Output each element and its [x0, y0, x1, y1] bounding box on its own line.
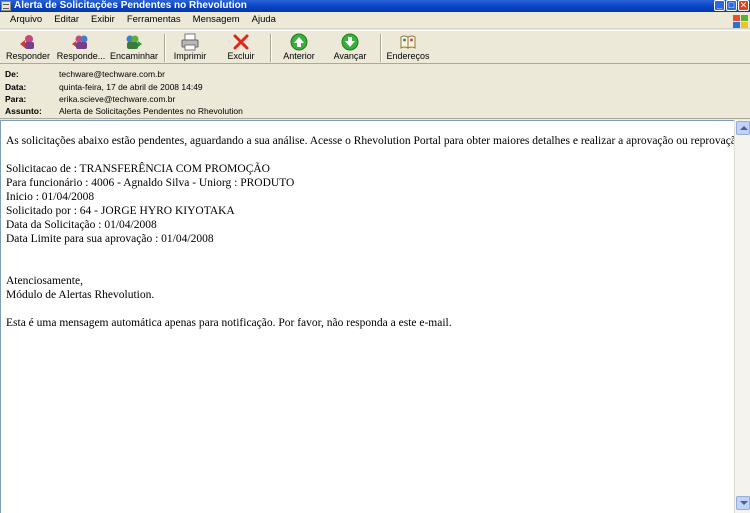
menu-mensagem[interactable]: Mensagem	[187, 12, 246, 28]
from-value: techware@techware.com.br	[59, 69, 165, 79]
close-icon: ✕	[739, 0, 748, 10]
reply-label: Responder	[5, 51, 51, 61]
scroll-up-button[interactable]	[736, 121, 750, 135]
menu-ferramentas[interactable]: Ferramentas	[121, 12, 187, 28]
toolbar-separator	[270, 34, 272, 62]
menu-exibir[interactable]: Exibir	[85, 12, 121, 28]
toolbar-separator	[380, 34, 382, 62]
from-label: De:	[5, 69, 19, 79]
reply-all-button[interactable]: Responde...	[56, 32, 106, 64]
next-button[interactable]: Avançar	[328, 32, 372, 64]
addresses-label: Endereços	[386, 51, 430, 61]
delete-button[interactable]: Excluir	[222, 32, 260, 64]
menu-editar[interactable]: Editar	[48, 12, 85, 28]
message-header: De: techware@techware.com.br Data: quint…	[0, 65, 750, 119]
printer-icon	[181, 33, 199, 51]
reply-all-icon	[72, 33, 90, 51]
close-button[interactable]: ✕	[738, 0, 749, 11]
vertical-scrollbar[interactable]	[734, 120, 750, 513]
next-label: Avançar	[333, 51, 367, 61]
scroll-down-icon	[740, 501, 748, 505]
reply-all-label: Responde...	[56, 51, 106, 61]
body-request-type: Solicitacao de : TRANSFERÊNCIA COM PROMO…	[6, 163, 270, 175]
print-label: Imprimir	[173, 51, 207, 61]
maximize-button[interactable]: □	[726, 0, 737, 11]
scroll-up-icon	[740, 126, 748, 130]
body-employee: Para funcionário : 4006 - Agnaldo Silva …	[6, 177, 295, 189]
reply-button[interactable]: Responder	[4, 32, 52, 64]
delete-icon	[232, 33, 250, 51]
menu-ajuda[interactable]: Ajuda	[246, 12, 282, 28]
forward-label: Encaminhar	[110, 51, 159, 61]
message-body[interactable]: As solicitações abaixo estão pendentes, …	[0, 120, 734, 513]
previous-button[interactable]: Anterior	[278, 32, 320, 64]
addresses-button[interactable]: Endereços	[386, 32, 430, 64]
body-signature: Módulo de Alertas Rhevolution.	[6, 289, 155, 301]
menu-bar: Arquivo Editar Exibir Ferramentas Mensag…	[0, 12, 750, 29]
reply-icon	[19, 33, 37, 51]
body-notice: Esta é uma mensagem automática apenas pa…	[6, 317, 452, 329]
address-book-icon	[399, 33, 417, 51]
window-title: Alerta de Solicitações Pendentes no Rhev…	[14, 0, 247, 11]
previous-label: Anterior	[283, 51, 315, 61]
maximize-icon: □	[728, 0, 735, 10]
scroll-down-button[interactable]	[736, 496, 750, 510]
mail-icon	[1, 1, 11, 11]
title-bar: Alerta de Solicitações Pendentes no Rhev…	[0, 0, 750, 12]
body-requested-by: Solicitado por : 64 - JORGE HYRO KIYOTAK…	[6, 205, 235, 217]
subject-value: Alerta de Solicitações Pendentes no Rhev…	[59, 106, 243, 116]
minimize-icon: _	[716, 0, 722, 10]
body-deadline: Data Limite para sua aprovação : 01/04/2…	[6, 233, 214, 245]
subject-label: Assunto:	[5, 106, 42, 116]
toolbar: Responder Responde... Encaminhar Imprimi…	[0, 30, 750, 64]
forward-icon	[124, 33, 142, 51]
menu-arquivo[interactable]: Arquivo	[4, 12, 48, 28]
print-button[interactable]: Imprimir	[170, 32, 210, 64]
minimize-button[interactable]: _	[714, 0, 725, 11]
arrow-down-icon	[341, 33, 359, 51]
delete-label: Excluir	[227, 51, 255, 61]
forward-button[interactable]: Encaminhar	[110, 32, 159, 64]
body-request-date: Data da Solicitação : 01/04/2008	[6, 219, 157, 231]
body-closing: Atenciosamente,	[6, 275, 83, 287]
body-intro: As solicitações abaixo estão pendentes, …	[6, 135, 734, 147]
windows-logo-icon	[732, 14, 748, 28]
body-start-date: Inicio : 01/04/2008	[6, 191, 95, 203]
toolbar-separator	[164, 34, 166, 62]
arrow-up-icon	[290, 33, 308, 51]
